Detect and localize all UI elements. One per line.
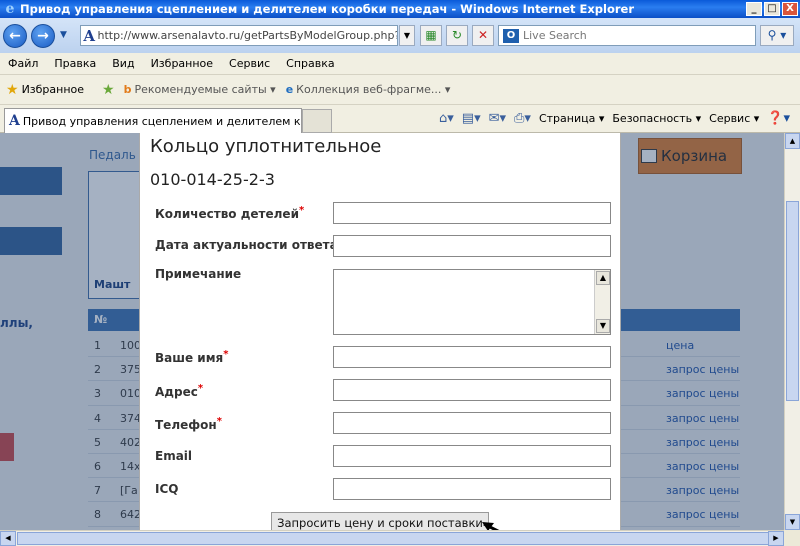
print-icon[interactable]: ⎙▾ xyxy=(514,111,531,126)
scroll-right-arrow-icon[interactable]: ▶ xyxy=(768,531,784,546)
part-code: 010-014-25-2-3 xyxy=(150,170,275,189)
search-placeholder: Live Search xyxy=(523,29,587,42)
menu-file[interactable]: Файл xyxy=(0,57,46,70)
submit-button[interactable]: Запросить цену и сроки поставки xyxy=(271,512,489,530)
ie-icon: e xyxy=(5,1,15,17)
window-title: Привод управления сцеплением и делителем… xyxy=(20,2,635,16)
feeds-icon[interactable]: ▤▾ xyxy=(462,111,481,126)
window-title-bar: e Привод управления сцеплением и делител… xyxy=(0,0,800,18)
note-textarea[interactable]: ▲ ▼ xyxy=(333,269,611,335)
url-dropdown-icon[interactable]: ▼ xyxy=(399,25,415,46)
web-slice-label: Коллекция веб-фрагме... ▾ xyxy=(296,83,451,96)
help-icon[interactable]: ❓▾ xyxy=(767,111,790,126)
tab-active[interactable]: A Привод управления сцеплением и делител… xyxy=(4,108,302,133)
quantity-input[interactable] xyxy=(333,202,611,224)
live-search-icon: O xyxy=(503,28,519,43)
tab-bar: A Привод управления сцеплением и делител… xyxy=(0,105,800,133)
address-field[interactable]: A http://www.arsenalavto.ru/getPartsByMo… xyxy=(80,25,398,46)
suggested-sites-label: Рекомендуемые сайты ▾ xyxy=(134,83,276,96)
date-label: Дата актуальности ответа xyxy=(155,238,338,252)
icq-input[interactable] xyxy=(333,478,611,500)
note-label: Примечание xyxy=(155,267,242,281)
web-slice-gallery-link[interactable]: e Коллекция веб-фрагме... ▾ xyxy=(286,83,451,96)
url-text: http://www.arsenalavto.ru/getPartsByMode… xyxy=(97,29,397,42)
menu-edit[interactable]: Правка xyxy=(46,57,104,70)
close-button[interactable]: X xyxy=(782,2,798,16)
suggested-sites-link[interactable]: b Рекомендуемые сайты ▾ xyxy=(124,83,276,96)
back-button[interactable]: ← xyxy=(3,24,27,48)
modal-title: Кольцо уплотнительное xyxy=(150,136,382,157)
address-toolbar: ← → ▼ A http://www.arsenalavto.ru/getPar… xyxy=(0,18,800,53)
tab-title: Привод управления сцеплением и делителем… xyxy=(22,114,302,128)
stop-icon[interactable]: ✕ xyxy=(472,25,494,46)
maximize-button[interactable]: □ xyxy=(764,2,780,16)
tools-menu[interactable]: Сервис ▾ xyxy=(709,112,759,125)
vertical-scroll-thumb[interactable] xyxy=(786,201,799,401)
menu-tools[interactable]: Сервис xyxy=(221,57,278,70)
note-scrollbar[interactable]: ▲ ▼ xyxy=(594,270,610,334)
add-favorite-icon[interactable]: ★ xyxy=(102,82,118,98)
scroll-left-arrow-icon[interactable]: ◀ xyxy=(0,531,16,546)
compat-view-icon[interactable]: ▦ xyxy=(420,25,442,46)
minimize-button[interactable]: _ xyxy=(746,2,762,16)
page-menu[interactable]: Страница ▾ xyxy=(539,112,604,125)
phone-label: Телефон* xyxy=(155,416,222,432)
favorites-label: Избранное xyxy=(21,83,85,96)
forward-button[interactable]: → xyxy=(31,24,55,48)
mail-icon[interactable]: ✉▾ xyxy=(489,111,506,126)
new-tab-button[interactable] xyxy=(302,109,332,133)
price-request-modal: Кольцо уплотнительное 010-014-25-2-3 Кол… xyxy=(139,133,621,530)
search-input[interactable]: O Live Search xyxy=(498,25,756,46)
favorites-bar: ★ Избранное ★ b Рекомендуемые сайты ▾ e … xyxy=(0,75,800,105)
email-label: Email xyxy=(155,449,193,463)
refresh-icon[interactable]: ↻ xyxy=(446,25,468,46)
menu-bar: Файл Правка Вид Избранное Сервис Справка xyxy=(0,53,800,75)
favorites-star-icon: ★ xyxy=(6,81,19,98)
scroll-up-icon[interactable]: ▲ xyxy=(596,271,610,285)
favorites-button[interactable]: ★ Избранное xyxy=(6,82,84,98)
name-label: Ваше имя* xyxy=(155,349,229,365)
security-menu[interactable]: Безопасность ▾ xyxy=(612,112,701,125)
scrollbar-corner xyxy=(784,530,800,546)
address-label: Адрес* xyxy=(155,383,204,399)
icq-label: ICQ xyxy=(155,482,179,496)
site-favicon-icon: A xyxy=(83,26,96,45)
web-slice-icon: e xyxy=(285,83,294,96)
horizontal-scroll-thumb[interactable] xyxy=(17,532,772,545)
vertical-scrollbar[interactable]: ▲ ▼ xyxy=(784,133,800,530)
home-icon[interactable]: ⌂▾ xyxy=(439,111,454,126)
search-button[interactable]: ⚲ ▾ xyxy=(760,25,794,46)
tab-favicon-icon: A xyxy=(9,113,20,129)
command-bar: ⌂▾ ▤▾ ✉▾ ⎙▾ Страница ▾ Безопасность ▾ Се… xyxy=(435,111,794,126)
scroll-down-icon[interactable]: ▼ xyxy=(596,319,610,333)
horizontal-scrollbar[interactable]: ◀ ▶ xyxy=(0,530,784,546)
name-input[interactable] xyxy=(333,346,611,368)
address-input[interactable] xyxy=(333,379,611,401)
email-input[interactable] xyxy=(333,445,611,467)
menu-help[interactable]: Справка xyxy=(278,57,342,70)
menu-view[interactable]: Вид xyxy=(104,57,142,70)
menu-favorites[interactable]: Избранное xyxy=(143,57,221,70)
suggested-sites-icon: b xyxy=(123,83,132,96)
scroll-up-arrow-icon[interactable]: ▲ xyxy=(785,133,800,149)
history-dropdown-icon[interactable]: ▼ xyxy=(60,30,67,40)
date-input[interactable] xyxy=(333,235,611,257)
quantity-label: Количество детелей* xyxy=(155,205,305,221)
scroll-down-arrow-icon[interactable]: ▼ xyxy=(785,514,800,530)
phone-input[interactable] xyxy=(333,412,611,434)
